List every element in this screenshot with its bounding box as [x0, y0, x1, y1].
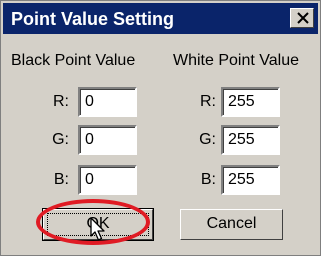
black-r-label: R:	[53, 93, 69, 110]
black-point-heading: Black Point Value	[11, 52, 136, 69]
black-g-input[interactable]: 0	[78, 125, 137, 155]
white-point-heading: White Point Value	[173, 52, 299, 69]
black-g-label: G:	[52, 131, 69, 148]
black-b-input[interactable]: 0	[78, 165, 137, 195]
title-bar: Point Value Setting	[3, 3, 318, 34]
cancel-button[interactable]: Cancel	[180, 209, 283, 240]
white-r-label: R:	[200, 93, 216, 110]
white-g-input[interactable]: 255	[221, 125, 280, 155]
black-r-input[interactable]: 0	[78, 87, 137, 117]
white-b-input[interactable]: 255	[221, 165, 280, 195]
white-b-label: B:	[200, 171, 216, 188]
black-b-label: B:	[53, 171, 69, 188]
mouse-pointer-icon	[90, 217, 105, 241]
point-value-setting-dialog: Point Value Setting Black Point Value Wh…	[0, 0, 321, 256]
white-g-label: G:	[199, 131, 216, 148]
close-icon	[297, 12, 309, 24]
white-r-input[interactable]: 255	[221, 87, 280, 117]
dialog-title: Point Value Setting	[11, 9, 175, 29]
close-button[interactable]	[290, 8, 314, 28]
